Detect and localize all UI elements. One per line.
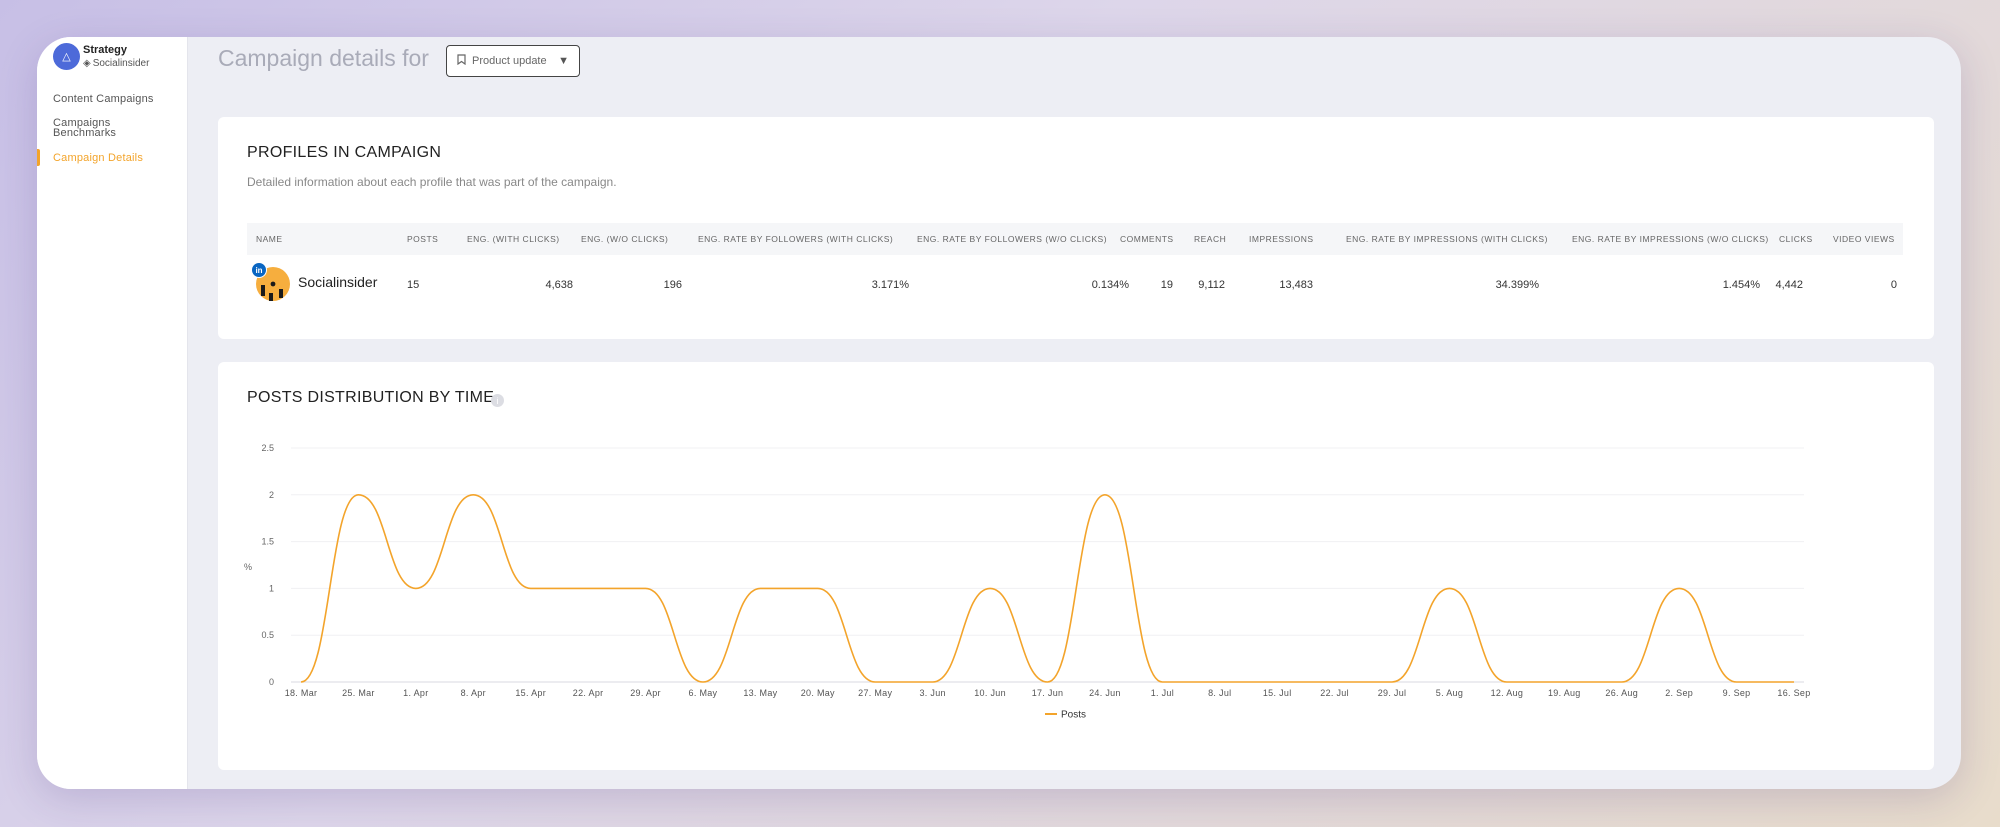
x-tick-label: 18. Mar (285, 688, 318, 698)
x-tick-label: 27. May (858, 688, 892, 698)
cell-comments: 19 (1160, 279, 1173, 291)
col-impressions[interactable]: IMPRESSIONS (1249, 234, 1314, 244)
x-tick-label: 15. Apr (515, 688, 546, 698)
col-eng-rate-impressions-wo[interactable]: ENG. RATE BY IMPRESSIONS (W/O CLICKS) (1572, 234, 1769, 244)
cell-posts: 15 (407, 279, 420, 291)
x-tick-label: 20. May (801, 688, 835, 698)
x-tick-label: 8. Apr (461, 688, 486, 698)
x-tick-label: 22. Jul (1320, 688, 1349, 698)
sidebar-item-content-campaigns[interactable]: Content Campaigns (53, 94, 154, 105)
page-title: Campaign details for (218, 45, 429, 71)
cell-reach: 9,112 (1198, 279, 1225, 291)
x-tick-label: 5. Aug (1436, 688, 1463, 698)
x-tick-label: 2. Sep (1665, 688, 1693, 698)
y-tick-label: 0 (269, 677, 274, 687)
x-tick-label: 17. Jun (1032, 688, 1064, 698)
legend-label: Posts (1061, 710, 1086, 721)
col-eng-with-clicks[interactable]: ENG. (WITH CLICKS) (467, 234, 560, 244)
col-reach[interactable]: REACH (1194, 234, 1226, 244)
x-tick-label: 25. Mar (342, 688, 375, 698)
cell-impressions: 13,483 (1279, 279, 1313, 291)
campaign-select-value: Product update (472, 55, 547, 67)
y-tick-label: 0.5 (261, 630, 274, 640)
cell-eng-wo-clicks: 196 (663, 279, 682, 291)
x-tick-label: 12. Aug (1491, 688, 1524, 698)
y-tick-label: 2 (269, 490, 274, 500)
cell-eng-rate-impressions-wo: 1.454% (1722, 279, 1760, 291)
col-eng-rate-impressions-with[interactable]: ENG. RATE BY IMPRESSIONS (WITH CLICKS) (1346, 234, 1548, 244)
campaign-select[interactable]: Product update ▼ (446, 45, 580, 77)
x-tick-label: 19. Aug (1548, 688, 1581, 698)
y-tick-label: 1 (269, 583, 274, 593)
x-tick-label: 1. Jul (1151, 688, 1174, 698)
cell-eng-rate-followers-wo: 0.134% (1091, 279, 1129, 291)
x-tick-label: 16. Sep (1777, 688, 1810, 698)
layers-icon: ◈ (83, 57, 91, 69)
profiles-title: PROFILES IN CAMPAIGN (247, 144, 442, 161)
col-eng-rate-followers-wo[interactable]: ENG. RATE BY FOLLOWERS (W/O CLICKS) (917, 234, 1107, 244)
brand-subtitle: Socialinsider (92, 57, 150, 69)
cell-eng-rate-followers-with: 3.171% (871, 279, 909, 291)
x-tick-label: 1. Apr (403, 688, 428, 698)
y-axis-label: % (244, 562, 252, 572)
main-content: Campaign details for Product update ▼ PR… (188, 37, 1961, 789)
x-tick-label: 26. Aug (1605, 688, 1638, 698)
avatar[interactable]: in (251, 262, 290, 301)
x-tick-label: 15. Jul (1263, 688, 1292, 698)
x-tick-label: 10. Jun (974, 688, 1006, 698)
y-tick-label: 1.5 (261, 537, 274, 547)
posts-line-chart: 0 0.5 1 1.5 2 2.5% 18. Mar 25. Mar 1. Apr 8. Apr 1… (244, 443, 1810, 721)
sidebar-item-campaigns-benchmarks[interactable]: Campaigns Benchmarks (53, 118, 133, 139)
brand[interactable]: △ Strategy ◈ Socialinsider (53, 43, 149, 70)
col-clicks[interactable]: CLICKS (1779, 234, 1813, 244)
cell-eng-rate-impressions-with: 34.399% (1495, 279, 1539, 291)
x-tick-label: 22. Apr (573, 688, 604, 698)
col-comments[interactable]: COMMENTS (1120, 234, 1174, 244)
x-tick-label: 3. Jun (919, 688, 945, 698)
profiles-card: PROFILES IN CAMPAIGN Detailed informatio… (218, 117, 1934, 339)
caret-down-icon: ▼ (558, 55, 569, 67)
app-window: △ Strategy ◈ Socialinsider Content Campa… (37, 37, 1961, 789)
col-video-views[interactable]: VIDEO VIEWS (1833, 234, 1895, 244)
posts-distribution-card: POSTS DISTRIBUTION BY TIME i 0 0.5 1 1.5 2 2.… (218, 362, 1934, 770)
x-tick-label: 29. Apr (630, 688, 661, 698)
profile-name[interactable]: Socialinsider (298, 274, 377, 290)
brand-title: Strategy (83, 43, 128, 56)
linkedin-icon: in (251, 262, 267, 278)
cell-video-views: 0 (1890, 279, 1897, 291)
x-tick-label: 6. May (689, 688, 718, 698)
col-name[interactable]: NAME (256, 234, 283, 244)
strategy-icon: △ (53, 43, 80, 70)
profiles-description: Detailed information about each profile … (247, 175, 617, 189)
bookmark-icon (457, 54, 466, 68)
cell-clicks: 4,442 (1775, 279, 1803, 291)
col-eng-wo-clicks[interactable]: ENG. (W/O CLICKS) (581, 234, 668, 244)
x-tick-label: 29. Jul (1378, 688, 1407, 698)
sidebar: △ Strategy ◈ Socialinsider Content Campa… (37, 37, 188, 789)
x-tick-label: 24. Jun (1089, 688, 1121, 698)
x-tick-label: 9. Sep (1723, 688, 1751, 698)
col-eng-rate-followers-with[interactable]: ENG. RATE BY FOLLOWERS (WITH CLICKS) (698, 234, 893, 244)
active-indicator (37, 149, 40, 166)
x-tick-label: 13. May (743, 688, 777, 698)
y-tick-label: 2.5 (261, 443, 274, 453)
x-tick-label: 8. Jul (1208, 688, 1231, 698)
cell-eng-with-clicks: 4,638 (545, 279, 573, 291)
sidebar-item-campaign-details[interactable]: Campaign Details (53, 153, 143, 164)
col-posts[interactable]: POSTS (407, 234, 438, 244)
